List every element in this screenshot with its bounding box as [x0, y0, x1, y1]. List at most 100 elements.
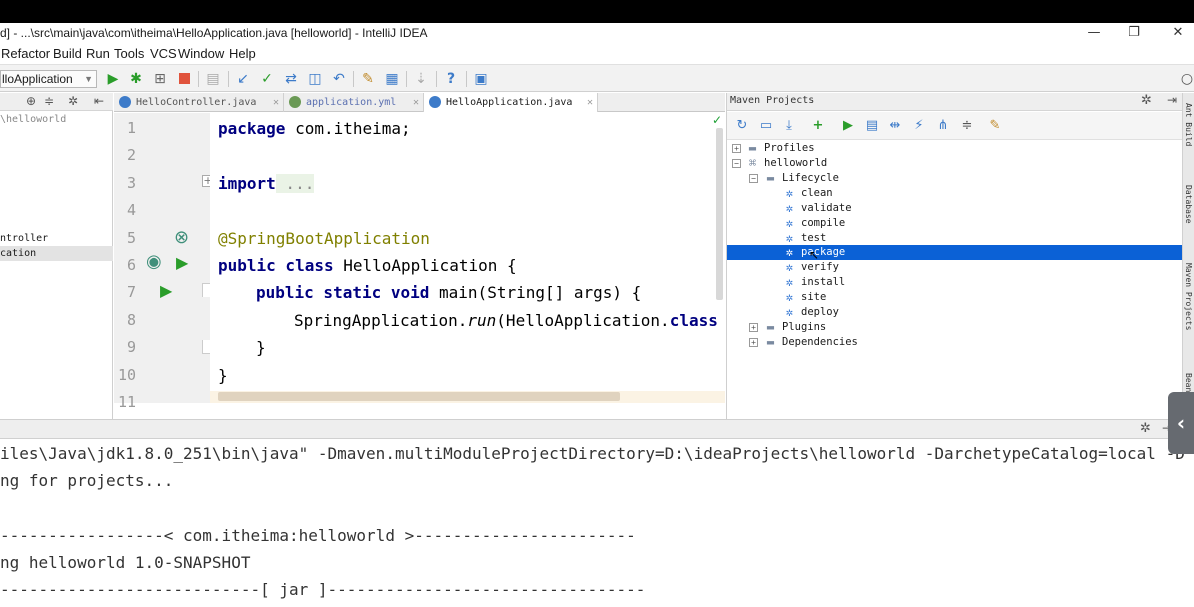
- collapse-icon[interactable]: −: [749, 174, 758, 183]
- tree-helloworld[interactable]: − ⌘ helloworld: [727, 156, 1183, 171]
- tool-window-ant-build[interactable]: Ant Build: [1184, 103, 1193, 146]
- sdk-icon[interactable]: ⇣: [412, 70, 430, 88]
- close-icon[interactable]: ✕: [273, 93, 279, 112]
- menu-build[interactable]: Build: [53, 46, 82, 61]
- search-icon[interactable]: ○: [1178, 70, 1194, 88]
- tree-goal-test[interactable]: ✲ test: [727, 231, 1183, 246]
- run-gutter-icon[interactable]: ▶: [176, 253, 188, 272]
- chevron-down-icon: ▼: [84, 74, 93, 84]
- run-config-select[interactable]: lloApplication ▼: [0, 70, 97, 88]
- project-tree-item[interactable]: ntroller: [0, 231, 113, 246]
- project-tree-item-selected[interactable]: cation: [0, 246, 113, 261]
- settings-icon[interactable]: ✎: [359, 70, 377, 88]
- collapse-icon[interactable]: −: [732, 159, 741, 168]
- show-dependencies-icon[interactable]: ⋔: [934, 117, 952, 135]
- code-line-9: SpringApplication.run(HelloApplication.c…: [294, 311, 718, 330]
- editor-horizontal-scrollbar[interactable]: [210, 391, 725, 403]
- help-icon[interactable]: ?: [442, 70, 460, 88]
- menu-tools[interactable]: Tools: [114, 46, 144, 61]
- tree-goal-deploy[interactable]: ✲ deploy: [727, 305, 1183, 320]
- vcs-update-icon[interactable]: ↙: [234, 70, 252, 88]
- menu-help[interactable]: Help: [229, 46, 256, 61]
- menu-window[interactable]: Window: [178, 46, 224, 61]
- expand-icon[interactable]: +: [749, 338, 758, 347]
- project-structure-icon[interactable]: ▦: [383, 70, 401, 88]
- minimize-button[interactable]: —: [1084, 25, 1104, 43]
- toolbar-separator: [406, 71, 407, 87]
- tree-goal-compile[interactable]: ✲ compile: [727, 216, 1183, 231]
- menu-vcs[interactable]: VCS: [150, 46, 177, 61]
- add-icon[interactable]: +: [809, 117, 827, 135]
- tree-profiles[interactable]: + ▬ Profiles: [727, 141, 1183, 156]
- java-class-icon: [429, 96, 441, 108]
- close-icon[interactable]: ✕: [413, 93, 419, 112]
- tree-goal-validate[interactable]: ✲ validate: [727, 201, 1183, 216]
- gear-icon: ✲: [785, 290, 794, 304]
- execute-goal-icon[interactable]: ▤: [863, 117, 881, 135]
- debug-icon[interactable]: ✱: [127, 70, 145, 88]
- menu-refactor[interactable]: Refactor: [1, 46, 50, 61]
- project-tree-item[interactable]: \helloworld: [0, 112, 113, 127]
- scrollbar-thumb[interactable]: [218, 392, 620, 401]
- tool-window-maven[interactable]: Maven Projects: [1184, 263, 1193, 330]
- tab-hello-application[interactable]: HelloApplication.java ✕: [424, 93, 598, 112]
- folded-imports[interactable]: ...: [275, 174, 315, 193]
- toggle-offline-icon[interactable]: ⇹: [886, 117, 904, 135]
- tree-dependencies[interactable]: + ▬ Dependencies: [727, 335, 1183, 350]
- expand-icon[interactable]: +: [732, 144, 741, 153]
- vcs-history-icon[interactable]: ◫: [306, 70, 324, 88]
- tree-plugins[interactable]: + ▬ Plugins: [727, 320, 1183, 335]
- expand-icon[interactable]: +: [749, 323, 758, 332]
- tab-hello-controller[interactable]: HelloController.java ✕: [114, 93, 284, 112]
- tree-goal-verify[interactable]: ✲ verify: [727, 260, 1183, 275]
- gear-icon[interactable]: ✲: [1140, 421, 1151, 436]
- restore-button[interactable]: ❐: [1124, 25, 1144, 43]
- folder-icon: ▬: [748, 141, 757, 155]
- side-panel-toggle[interactable]: ‹: [1168, 392, 1194, 454]
- run-config-label: lloApplication: [2, 72, 73, 86]
- download-icon[interactable]: ⤓: [780, 117, 798, 135]
- run-maven-icon[interactable]: ▶: [839, 117, 857, 135]
- spring-bean-icon[interactable]: ⊗: [174, 227, 189, 248]
- vcs-compare-icon[interactable]: ⇄: [282, 70, 300, 88]
- tree-goal-install[interactable]: ✲ install: [727, 275, 1183, 290]
- skip-tests-icon[interactable]: ⚡: [910, 117, 928, 135]
- code-token: public static void: [256, 283, 430, 302]
- code-editor[interactable]: package com.itheima; import ... @SpringB…: [210, 113, 725, 403]
- tree-lifecycle[interactable]: − ▬ Lifecycle: [727, 171, 1183, 186]
- hide-panel-icon[interactable]: ⇥: [1167, 93, 1177, 107]
- run-gutter-icon[interactable]: ▶: [160, 281, 172, 300]
- check-icon: ✓: [712, 113, 723, 127]
- menu-run[interactable]: Run: [86, 46, 110, 61]
- collapse-all-icon[interactable]: ≑: [958, 117, 976, 135]
- vcs-push-icon[interactable]: ▣: [472, 70, 490, 88]
- gear-icon[interactable]: ✲: [68, 94, 78, 108]
- tree-label: site: [801, 291, 827, 303]
- stop-icon[interactable]: [175, 70, 193, 88]
- tree-goal-package[interactable]: ✲ package: [727, 245, 1183, 260]
- gear-icon[interactable]: ✲: [1141, 93, 1152, 108]
- right-tool-strip: Ant Build Database Maven Projects Bean V…: [1182, 93, 1194, 445]
- maven-settings-icon[interactable]: ✎: [986, 117, 1004, 135]
- tab-application-yml[interactable]: application.yml ✕: [284, 93, 424, 112]
- collapse-icon[interactable]: ≑: [44, 94, 54, 108]
- hide-panel-icon[interactable]: ⇤: [94, 94, 104, 108]
- run-console[interactable]: iles\Java\jdk1.8.0_251\bin\java" -Dmaven…: [0, 440, 1194, 607]
- tree-goal-clean[interactable]: ✲ clean: [727, 186, 1183, 201]
- tree-label: helloworld: [764, 157, 828, 169]
- build-icon[interactable]: ▤: [204, 70, 222, 88]
- tree-goal-site[interactable]: ✲ site: [727, 290, 1183, 305]
- reimport-icon[interactable]: ↻: [733, 117, 751, 135]
- scope-icon[interactable]: ⊕: [26, 94, 36, 108]
- editor-vertical-scrollbar[interactable]: [716, 128, 723, 300]
- spring-config-icon[interactable]: ◉: [146, 251, 162, 272]
- close-icon[interactable]: ✕: [587, 93, 593, 112]
- generate-sources-icon[interactable]: ▭: [757, 117, 775, 135]
- vcs-revert-icon[interactable]: ↶: [330, 70, 348, 88]
- run-icon[interactable]: ▶: [104, 70, 122, 88]
- vcs-commit-icon[interactable]: ✓: [258, 70, 276, 88]
- coverage-icon[interactable]: ⊞: [151, 70, 169, 88]
- close-button[interactable]: ✕: [1168, 25, 1188, 43]
- code-token: class: [669, 311, 718, 330]
- tool-window-database[interactable]: Database: [1184, 185, 1193, 224]
